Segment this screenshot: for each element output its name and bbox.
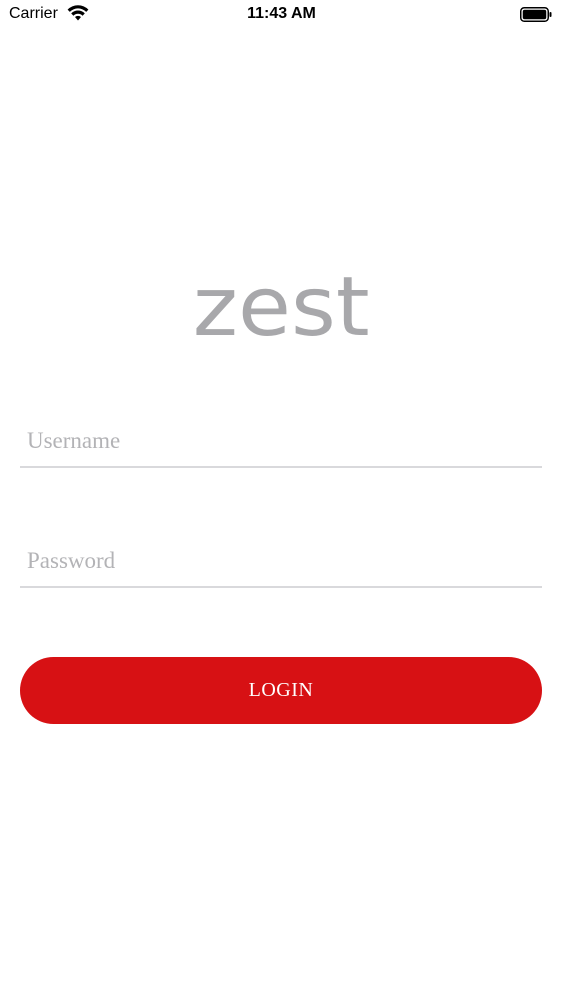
clock-label: 11:43 AM [247, 5, 316, 22]
logo-wordmark: zest [193, 260, 370, 355]
password-input[interactable] [20, 536, 542, 586]
login-button-label: LOGIN [248, 679, 314, 701]
status-bar: Carrier 11:43 AM [0, 0, 563, 30]
battery-icon [520, 7, 552, 22]
login-button[interactable]: LOGIN [20, 657, 542, 724]
password-field-container [20, 536, 542, 588]
username-input[interactable] [20, 416, 542, 466]
app-logo: zest [0, 260, 563, 355]
username-field-container [20, 416, 542, 468]
